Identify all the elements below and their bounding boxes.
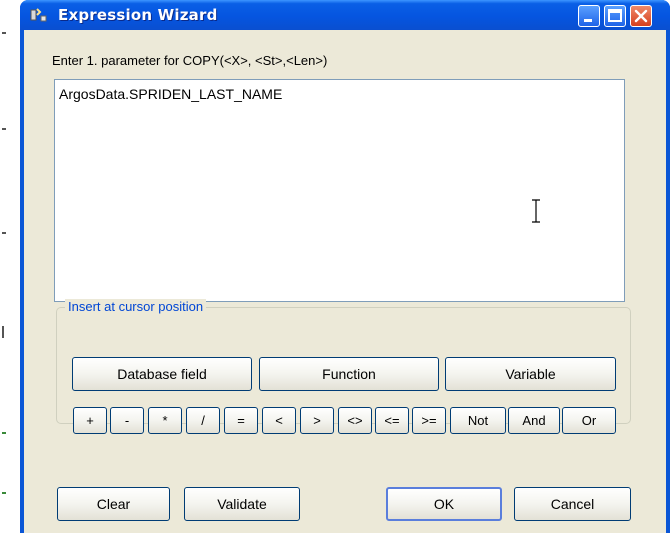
operator-greater-than-button[interactable]: > — [300, 407, 334, 434]
operator-not-equal-button[interactable]: <> — [338, 407, 372, 434]
operator-greater-equal-button[interactable]: >= — [412, 407, 446, 434]
parameter-prompt: Enter 1. parameter for COPY(<X>, <St>,<L… — [52, 53, 328, 68]
operator-and-button[interactable]: And — [508, 407, 560, 434]
function-button[interactable]: Function — [259, 357, 439, 391]
operator-less-than-button[interactable]: < — [262, 407, 296, 434]
operator-minus-button[interactable]: - — [110, 407, 144, 434]
background-mark — [2, 492, 6, 494]
minimize-button[interactable] — [578, 5, 600, 27]
operator-equals-button[interactable]: = — [224, 407, 258, 434]
background-mark — [2, 326, 4, 338]
ok-button[interactable]: OK — [386, 487, 502, 521]
cancel-button[interactable]: Cancel — [514, 487, 631, 521]
expression-text-area[interactable]: ArgosData.SPRIDEN_LAST_NAME — [54, 79, 625, 302]
background-app-edge — [0, 0, 20, 533]
operator-or-button[interactable]: Or — [562, 407, 616, 434]
database-field-button[interactable]: Database field — [72, 357, 252, 391]
operator-divide-button[interactable]: / — [186, 407, 220, 434]
window-title: Expression Wizard — [58, 6, 218, 24]
variable-button[interactable]: Variable — [445, 357, 616, 391]
close-button[interactable] — [630, 5, 652, 27]
operator-plus-button[interactable]: + — [73, 407, 107, 434]
operator-less-equal-button[interactable]: <= — [375, 407, 409, 434]
maximize-button[interactable] — [604, 5, 626, 27]
background-mark — [2, 32, 6, 34]
background-mark — [2, 128, 6, 130]
expression-text: ArgosData.SPRIDEN_LAST_NAME — [59, 86, 283, 102]
text-cursor-icon — [532, 199, 540, 223]
background-mark — [2, 432, 6, 434]
background-mark — [2, 232, 6, 234]
app-icon — [30, 8, 47, 22]
operator-multiply-button[interactable]: * — [148, 407, 182, 434]
validate-button[interactable]: Validate — [184, 487, 300, 521]
minimize-icon — [584, 19, 592, 22]
title-bar[interactable]: Expression Wizard — [20, 0, 670, 30]
maximize-icon — [608, 9, 622, 22]
close-icon — [634, 9, 648, 23]
operator-not-button[interactable]: Not — [450, 407, 506, 434]
insert-group-label: Insert at cursor position — [65, 299, 207, 314]
expression-wizard-window: Expression Wizard Enter 1. parameter for… — [20, 0, 670, 533]
clear-button[interactable]: Clear — [57, 487, 170, 521]
